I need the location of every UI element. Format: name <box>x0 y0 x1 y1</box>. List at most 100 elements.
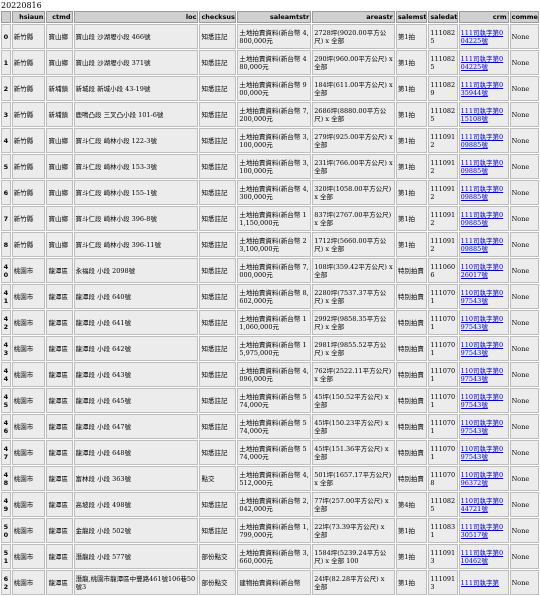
cell-checksustr: 知悉註記 <box>199 388 237 413</box>
cell-comment: None <box>509 492 539 517</box>
cell-crm-link[interactable]: 111司執字第009885號 <box>458 206 509 231</box>
cell-crm-link-text[interactable]: 111司執字第009885號 <box>461 133 507 149</box>
cell-saleamtstr: 土地拍賣資料(新台幣 574,000元 <box>237 414 312 439</box>
cell-salemstr-text: 第1拍 <box>397 552 415 561</box>
cell-crm-link[interactable]: 111司執字第004225號 <box>458 24 509 49</box>
cell-crm-link-text[interactable]: 110司執字第097543號 <box>461 367 507 383</box>
cell-saleamtstr-text: 土地拍賣資料(新台幣 3,660,000元 <box>239 548 309 565</box>
column-header-salemstr[interactable]: salemstr <box>395 11 428 23</box>
cell-crm-link-text[interactable]: 111司執字第010462號 <box>461 549 507 565</box>
cell-crm-link[interactable]: 111司執字第009885號 <box>458 232 509 257</box>
cell-crm-link[interactable]: 111司執字第004225號 <box>458 50 509 75</box>
cell-crm-link[interactable]: 111司執字第010462號 <box>458 544 509 569</box>
cell-hsiaun-text: 新竹縣 <box>13 58 34 67</box>
cell-crm-link-text[interactable]: 111司執字第009885號 <box>461 211 507 227</box>
cell-saleamtstr-text: 土地拍賣資料(新台幣 7,200,000元 <box>239 106 309 123</box>
table-row: 40 桃園市 龍潭區 永福段 小段 2098號 知悉註記 土地拍賣資料(新台幣 7,000… <box>1 258 539 283</box>
column-header-checksustr[interactable]: checksustr <box>199 11 237 23</box>
cell-salemstr: 特別拍賣 <box>395 362 428 387</box>
cell-crm-link[interactable]: 110司執字第026017號 <box>458 258 509 283</box>
cell-checksustr-text: 知悉註記 <box>201 214 228 223</box>
column-header-comment[interactable]: comment <box>509 11 539 23</box>
column-header-hsiaun[interactable]: hsiaun <box>11 11 46 23</box>
cell-saledate-text: 1110825 <box>430 28 456 45</box>
cell-crm-link-text[interactable]: 111司執字第004225號 <box>461 29 507 45</box>
cell-crm-link[interactable]: 111司執字第009885號 <box>458 180 509 205</box>
cell-saledate-text: 1110701 <box>430 314 456 331</box>
cell-crm-link[interactable]: 110司執字第097543號 <box>458 388 509 413</box>
cell-crm-link[interactable]: 110司執字第097543號 <box>458 440 509 465</box>
cell-crm-link-text[interactable]: 111司執字第035944號 <box>461 81 507 97</box>
cell-ctmd-text: 龍潭區 <box>48 474 68 483</box>
cell-crm-link[interactable]: 110司執字第044721號 <box>458 492 509 517</box>
cell-crm-link-text[interactable]: 110司執字第097543號 <box>461 393 507 409</box>
cell-saledate: 1110912 <box>428 180 458 205</box>
cell-crm-link-text[interactable]: 110司執字第097543號 <box>461 445 507 461</box>
cell-crm-link[interactable]: 110司執字第097543號 <box>458 310 509 335</box>
cell-crm-link-text[interactable]: 110司執字第044721號 <box>461 497 507 513</box>
cell-crm-link[interactable]: 110司執字第097543號 <box>458 362 509 387</box>
cell-crm-link[interactable]: 111司執字第030517號 <box>458 518 509 543</box>
cell-checksustr-text: 知悉註記 <box>201 396 228 405</box>
cell-ctmd: 龍潭區 <box>46 388 73 413</box>
cell-crm-link[interactable]: 110司執字第097543號 <box>458 284 509 309</box>
column-header-index[interactable] <box>1 11 11 23</box>
cell-crm-link-text[interactable]: 111司執字第015108號 <box>461 107 507 123</box>
cell-crm-link[interactable]: 110司執字第097543號 <box>458 336 509 361</box>
cell-salemstr: 第1拍 <box>395 180 428 205</box>
cell-salemstr-text: 第1拍 <box>397 136 415 145</box>
cell-crm-link-text[interactable]: 110司執字第097543號 <box>461 341 507 357</box>
cell-saledate-text: 1110829 <box>430 80 456 97</box>
column-header-crm[interactable]: crm <box>458 11 509 23</box>
cell-checksustr: 知悉註記 <box>199 258 237 283</box>
cell-hsiaun-text: 新竹縣 <box>13 188 34 197</box>
cell-comment: None <box>509 336 539 361</box>
column-header-saledate[interactable]: saledate <box>428 11 458 23</box>
column-header-ctmd[interactable]: ctmd <box>46 11 73 23</box>
cell-crm-link-text[interactable]: 111司執字第009885號 <box>461 237 507 253</box>
cell-crm-link[interactable]: 111司執字第009885號 <box>458 154 509 179</box>
column-header-loc[interactable]: loc <box>73 11 199 23</box>
cell-comment: None <box>509 128 539 153</box>
table-row: 51 桃園市 龍潭區 潛龍段 小段 577號 部份點交 土地拍賣資料(新台幣 3,660,… <box>1 544 539 569</box>
column-header-saleamtstr[interactable]: saleamtstr <box>237 11 312 23</box>
cell-saleamtstr: 土地拍賣資料(新台幣 1,799,000元 <box>237 518 312 543</box>
cell-crm-link-text[interactable]: 110司執字第097543號 <box>461 289 507 305</box>
cell-hsiaun: 新竹縣 <box>11 154 46 179</box>
cell-areastr-text: 837坪(2767.00平方公尺) x 全部 <box>314 210 392 227</box>
cell-loc: 寶山段 沙湖壢小段 466號 <box>73 24 199 49</box>
cell-comment-text: None <box>511 370 530 379</box>
cell-crm-link-text[interactable]: 110司執字第096372號 <box>461 471 507 487</box>
cell-crm-link-text[interactable]: 111司執字第004225號 <box>461 55 507 71</box>
cell-crm-link[interactable]: 111司執字第 <box>458 570 509 595</box>
cell-crm-link-text[interactable]: 111司執字第030517號 <box>461 523 507 539</box>
cell-crm-link-text[interactable]: 110司執字第097543號 <box>461 419 507 435</box>
cell-crm-link[interactable]: 110司執字第097543號 <box>458 414 509 439</box>
cell-comment-text: None <box>511 552 530 561</box>
cell-crm-link[interactable]: 110司執字第096372號 <box>458 466 509 491</box>
row-index-text: 49 <box>3 496 9 513</box>
row-index: 3 <box>1 102 11 127</box>
cell-saledate-text: 1110912 <box>430 184 456 201</box>
cell-hsiaun-text: 桃園市 <box>13 370 34 379</box>
cell-ctmd: 龍潭區 <box>46 466 73 491</box>
cell-crm-link-text[interactable]: 110司執字第097543號 <box>461 315 507 331</box>
cell-crm-link[interactable]: 111司執字第035944號 <box>458 76 509 101</box>
cell-crm-link-text[interactable]: 111司執字第 <box>461 579 507 587</box>
cell-checksustr-text: 知悉註記 <box>201 84 228 93</box>
cell-crm-link[interactable]: 111司執字第009885號 <box>458 128 509 153</box>
cell-crm-link-text[interactable]: 111司執字第009885號 <box>461 159 507 175</box>
cell-loc-text: 永福段 小段 2098號 <box>75 266 136 275</box>
cell-crm-link-text[interactable]: 111司執字第009885號 <box>461 185 507 201</box>
row-index: 7 <box>1 206 11 231</box>
column-header-areastr[interactable]: areastr <box>312 11 395 23</box>
row-index: 5 <box>1 154 11 179</box>
cell-areastr: 108坪(359.42平方公尺) x 全部 <box>312 258 395 283</box>
cell-crm-link[interactable]: 111司執字第015108號 <box>458 102 509 127</box>
cell-loc-text: 寶斗仁段 崎林小段 122-3號 <box>75 136 157 145</box>
cell-hsiaun: 桃園市 <box>11 284 46 309</box>
cell-hsiaun-text: 新竹縣 <box>13 240 34 249</box>
cell-saledate: 1110912 <box>428 206 458 231</box>
cell-saleamtstr-text: 土地拍賣資料(新台幣 15,975,000元 <box>239 340 307 357</box>
cell-crm-link-text[interactable]: 110司執字第026017號 <box>461 263 507 279</box>
